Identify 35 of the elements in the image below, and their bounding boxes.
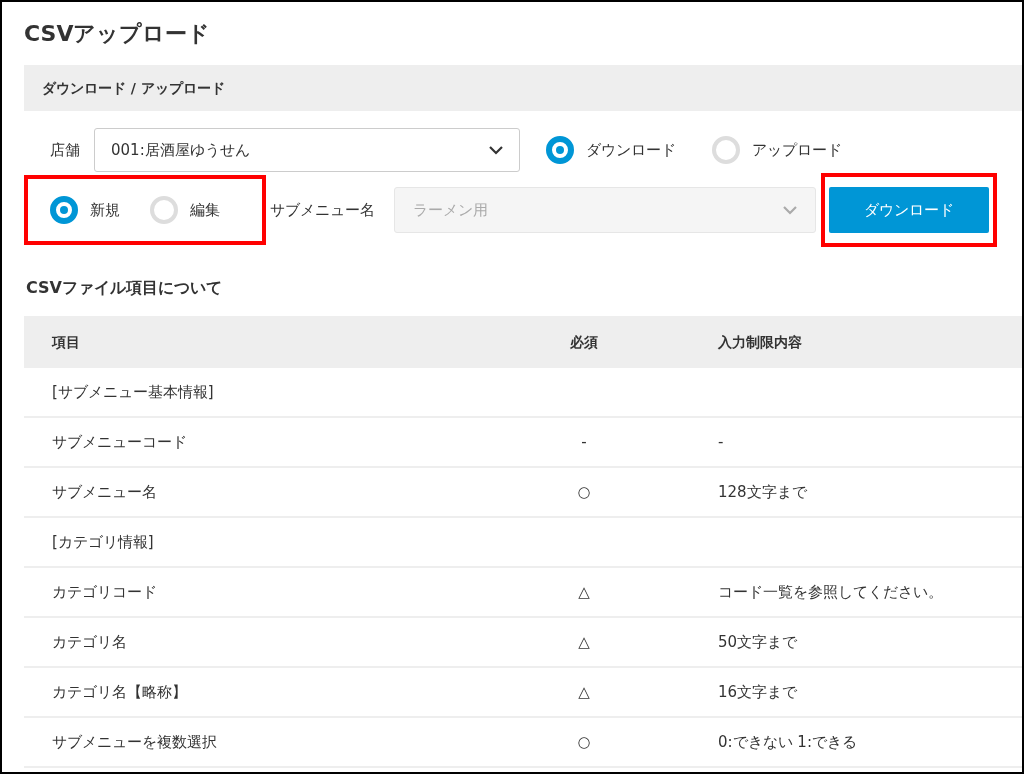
table-cell-text: 128文字まで — [717, 481, 807, 503]
table-cell-text: - — [717, 431, 724, 453]
radio-option[interactable]: ダウンロード — [546, 136, 676, 164]
table-title: CSVファイル項目について — [25, 277, 223, 299]
column-header: 必須 — [569, 332, 599, 352]
table-cell-text: サブメニューコード — [51, 431, 188, 453]
table-cell-text: カテゴリ名【略称】 — [51, 681, 188, 703]
section-header: ダウンロード / アップロード — [24, 65, 1022, 111]
column-header: 入力制限内容 — [717, 332, 802, 352]
radio-option[interactable]: 編集 — [150, 196, 220, 224]
store-label: 店舗 — [50, 139, 81, 161]
chevron-down-icon — [783, 205, 797, 215]
table-cell-text: △ — [577, 581, 591, 603]
submenu-label: サブメニュー名 — [270, 199, 376, 221]
chevron-down-icon — [489, 145, 503, 155]
table-cell-text: カテゴリ名 — [51, 631, 128, 653]
table-cell-text: - — [580, 431, 588, 453]
table-cell-text: ○ — [576, 731, 592, 753]
radio-option[interactable]: 新規 — [50, 196, 120, 224]
page-title: CSVアップロード — [24, 20, 212, 48]
table-cell-text: コード一覧を参照してください。 — [717, 581, 943, 603]
table-cell-text: ○ — [576, 481, 592, 503]
table-cell-text: △ — [577, 681, 591, 703]
group-heading: [カテゴリ情報] — [51, 531, 154, 553]
radio-option[interactable]: アップロード — [712, 136, 842, 164]
group-heading: [サブメニュー基本情報] — [51, 381, 214, 403]
table-cell-text: サブメニューを複数選択 — [51, 731, 218, 753]
table-cell-text: 16文字まで — [717, 681, 798, 703]
table-cell-text: カテゴリコード — [51, 581, 158, 603]
store-select[interactable]: 001:居酒屋ゆうせん — [94, 128, 520, 172]
column-header: 項目 — [50, 332, 81, 352]
table-cell-text: サブメニュー名 — [51, 481, 158, 503]
table-cell-text: 50文字まで — [717, 631, 798, 653]
table-cell-text: △ — [577, 631, 591, 653]
table-cell-text: 0:できない 1:できる — [717, 731, 857, 753]
